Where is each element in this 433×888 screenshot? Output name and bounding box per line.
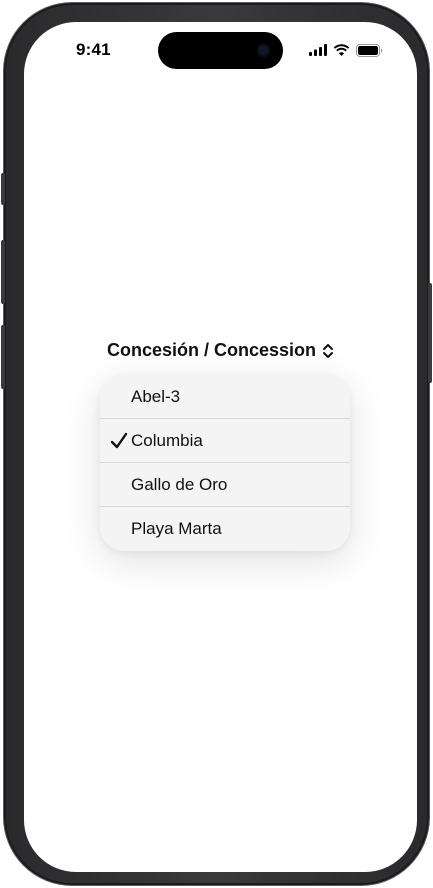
- picker-label: Concesión / Concession: [106, 340, 317, 360]
- menu-item-label: Gallo de Oro: [131, 474, 228, 494]
- dynamic-island: [158, 32, 283, 69]
- mute-switch: [1, 173, 5, 205]
- phone-frame: 9:41 Concesión / Concession Abel-3 Colum…: [1, 3, 432, 885]
- front-camera: [257, 44, 270, 57]
- concession-menu: Abel-3 Columbia Gallo de Oro Playa Marta: [100, 375, 350, 551]
- menu-item-columbia[interactable]: Columbia: [100, 419, 350, 463]
- home-indicator: [154, 859, 288, 864]
- status-bar: 9:41: [24, 22, 417, 76]
- concession-picker: Concesión / Concession: [24, 340, 417, 361]
- menu-item-label: Playa Marta: [131, 519, 222, 538]
- menu-item-playa-marta[interactable]: Playa Marta: [100, 507, 350, 551]
- chevron-up-down-icon: [323, 343, 334, 358]
- checkmark-icon: [110, 432, 128, 449]
- menu-item-abel-3[interactable]: Abel-3: [100, 375, 350, 419]
- status-icons: [309, 43, 383, 57]
- screen: 9:41 Concesión / Concession Abel-3 Colum…: [24, 22, 417, 872]
- menu-item-label: Abel-3: [131, 386, 181, 406]
- volume-up-button: [1, 240, 5, 304]
- battery-icon: [356, 43, 383, 57]
- concession-picker-button[interactable]: Concesión / Concession: [107, 340, 334, 361]
- menu-item-gallo-de-oro[interactable]: Gallo de Oro: [100, 463, 350, 507]
- wifi-icon: [333, 44, 350, 56]
- volume-down-button: [1, 325, 5, 389]
- status-time: 9:41: [76, 40, 111, 59]
- menu-item-label: Columbia: [131, 430, 203, 450]
- power-button: [428, 283, 432, 383]
- cellular-signal-icon: [309, 44, 327, 56]
